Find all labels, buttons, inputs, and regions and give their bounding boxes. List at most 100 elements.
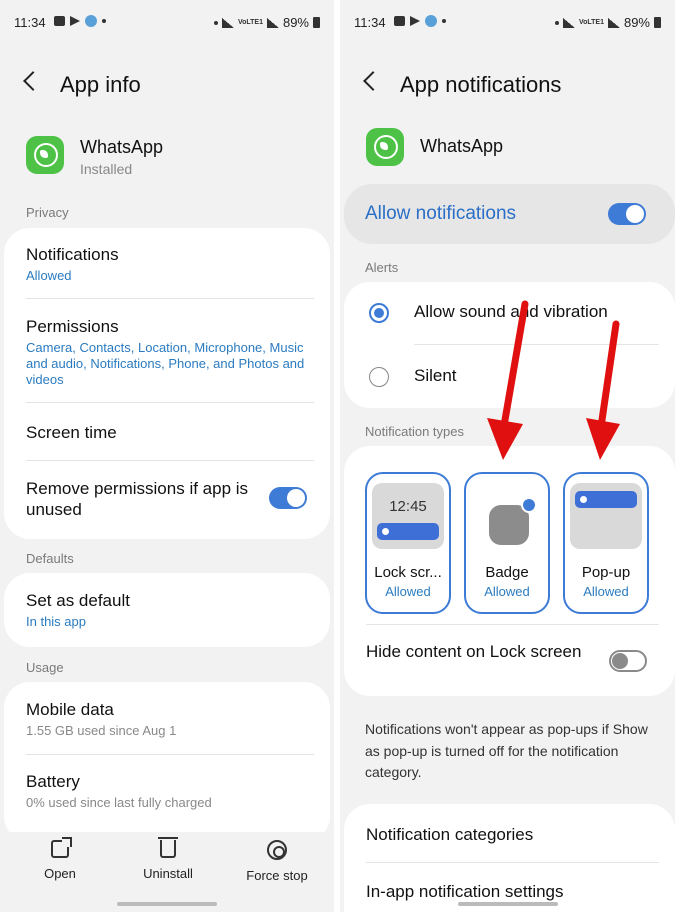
remove-permissions-item[interactable]: Remove permissions if app is unused <box>26 478 250 520</box>
hide-content-toggle[interactable] <box>609 650 647 672</box>
badge-type-name: Badge <box>485 564 529 581</box>
section-privacy: Privacy <box>26 205 69 220</box>
badge-type-tile[interactable]: Badge Allowed <box>464 472 550 614</box>
force-stop-label: Force stop <box>246 868 308 883</box>
hide-content-item[interactable]: Hide content on Lock screen <box>366 641 585 662</box>
alarm-icon <box>213 20 218 25</box>
open-button[interactable]: Open <box>15 837 105 881</box>
alerts-card: Allow sound and vibration Silent <box>344 282 675 408</box>
defaults-card: Set as default In this app <box>4 573 330 647</box>
section-usage: Usage <box>26 660 64 675</box>
notifications-status: Allowed <box>26 268 72 283</box>
divider <box>26 460 314 461</box>
app-name: WhatsApp <box>80 137 164 157</box>
section-notification-types: Notification types <box>365 424 464 439</box>
whatsapp-icon <box>26 136 64 174</box>
divider <box>366 862 659 863</box>
popup-info-note: Notifications won't appear as pop-ups if… <box>365 721 648 780</box>
remove-permissions-title: Remove permissions if app is unused <box>26 479 249 519</box>
home-indicator <box>457 902 558 906</box>
divider <box>26 402 314 403</box>
permissions-summary: Camera, Contacts, Location, Microphone, … <box>26 340 305 387</box>
lock-screen-preview: 12:45 <box>372 483 444 549</box>
app-bar: App notifications <box>340 62 675 108</box>
telegram-icon <box>70 16 80 26</box>
lock-screen-type-name: Lock scr... <box>374 564 442 581</box>
app-bar: App info <box>0 62 334 108</box>
screen-time-title: Screen time <box>26 423 117 442</box>
uninstall-label: Uninstall <box>143 866 193 881</box>
status-bar: 11:34 VoLTE1 89% <box>0 0 334 44</box>
app-summary: WhatsApp Installed <box>0 136 334 196</box>
battery-icon <box>654 17 661 28</box>
allow-notifications-toggle[interactable] <box>608 203 646 225</box>
permissions-item[interactable]: Permissions Camera, Contacts, Location, … <box>26 316 308 388</box>
battery-title: Battery <box>26 772 80 791</box>
trash-icon <box>158 837 178 858</box>
telegram-icon <box>410 16 420 26</box>
set-as-default-status: In this app <box>26 614 86 629</box>
popup-type-status: Allowed <box>583 584 629 599</box>
back-arrow-icon[interactable] <box>363 71 383 91</box>
mobile-data-item[interactable]: Mobile data 1.55 GB used since Aug 1 <box>26 699 308 739</box>
wifi-icon <box>562 17 575 28</box>
sound-vibration-radio[interactable] <box>369 303 389 323</box>
badge-dot-icon <box>521 497 537 513</box>
notification-types-card: 12:45 Lock scr... Allowed Badge Allowed … <box>344 446 675 696</box>
notification-categories-item[interactable]: Notification categories <box>366 824 653 845</box>
notifications-item[interactable]: Notifications Allowed <box>26 244 308 284</box>
open-external-icon <box>51 837 72 858</box>
preview-popup-bar <box>575 491 637 508</box>
battery-icon <box>313 17 320 28</box>
in-app-settings-item[interactable]: In-app notification settings <box>366 881 653 902</box>
home-indicator <box>117 902 217 906</box>
notification-categories-title: Notification categories <box>366 825 534 844</box>
force-stop-button[interactable]: Force stop <box>232 840 322 883</box>
popup-preview <box>570 483 642 549</box>
status-time: 11:34 <box>14 15 46 30</box>
set-as-default-item[interactable]: Set as default In this app <box>26 590 308 630</box>
back-arrow-icon[interactable] <box>23 71 43 91</box>
allow-notifications-label: Allow notifications <box>365 203 517 224</box>
silent-radio[interactable] <box>369 367 389 387</box>
wifi-icon <box>221 17 234 28</box>
divider <box>414 344 659 345</box>
page-title: App notifications <box>400 72 562 97</box>
bottom-action-bar: Open Uninstall Force stop <box>0 832 334 912</box>
privacy-card: Notifications Allowed Permissions Camera… <box>4 228 330 539</box>
in-app-settings-title: In-app notification settings <box>366 882 564 901</box>
preview-clock: 12:45 <box>389 498 427 515</box>
allow-notifications-row[interactable]: Allow notifications <box>344 184 675 244</box>
divider <box>26 754 314 755</box>
lock-screen-type-tile[interactable]: 12:45 Lock scr... Allowed <box>365 472 451 614</box>
uninstall-button[interactable]: Uninstall <box>123 837 213 881</box>
lock-screen-type-status: Allowed <box>385 584 431 599</box>
sound-vibration-label[interactable]: Allow sound and vibration <box>414 302 608 322</box>
battery-usage: 0% used since last fully charged <box>26 795 212 810</box>
status-time: 11:34 <box>354 15 386 30</box>
volte-icon: VoLTE1 <box>578 19 604 26</box>
gallery-icon <box>394 16 405 26</box>
more-notifications-icon <box>102 19 106 23</box>
app-name: WhatsApp <box>420 136 504 156</box>
battery-level: 89% <box>282 15 309 30</box>
divider <box>366 624 659 625</box>
battery-item[interactable]: Battery 0% used since last fully charged <box>26 771 308 811</box>
silent-label[interactable]: Silent <box>414 366 457 386</box>
open-label: Open <box>44 866 76 881</box>
app-notifications-screen: 11:34 VoLTE1 89% App notifications Whats… <box>340 0 675 912</box>
alarm-icon <box>554 20 559 25</box>
preview-notification-bar <box>377 523 439 540</box>
remove-permissions-toggle[interactable] <box>269 487 307 509</box>
notifications-title: Notifications <box>26 245 119 264</box>
set-as-default-title: Set as default <box>26 591 130 610</box>
divider <box>26 298 314 299</box>
more-settings-card: Notification categories In-app notificat… <box>344 804 675 912</box>
notification-app-icon <box>85 15 97 27</box>
popup-type-tile[interactable]: Pop-up Allowed <box>563 472 649 614</box>
permissions-title: Permissions <box>26 317 119 336</box>
app-install-status: Installed <box>80 161 133 177</box>
status-bar: 11:34 VoLTE1 89% <box>340 0 675 44</box>
screen-time-item[interactable]: Screen time <box>26 422 308 443</box>
app-summary: WhatsApp <box>340 128 675 188</box>
